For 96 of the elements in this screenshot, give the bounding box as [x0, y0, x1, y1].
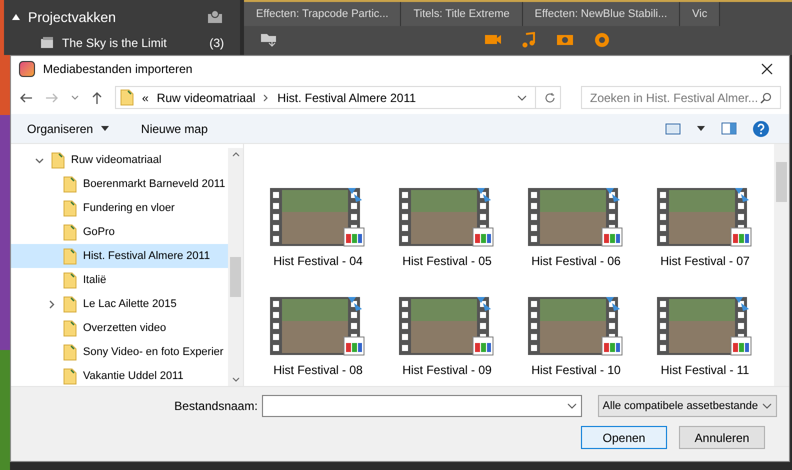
folder-name: Hist. Festival Almere 2011: [83, 248, 210, 264]
folder-name: Overzetten video: [83, 320, 166, 336]
close-icon[interactable]: [761, 62, 773, 74]
scrollbar[interactable]: [774, 144, 789, 386]
tab[interactable]: Effecten: Trapcode Partic...: [244, 2, 402, 26]
search-icon: [760, 92, 772, 104]
tab[interactable]: Effecten: NewBlue Stabili...: [522, 2, 680, 26]
video-file-item[interactable]: Hist Festival - 04: [258, 186, 378, 270]
folder-icon: [63, 368, 77, 384]
video-file-item[interactable]: Hist Festival - 05: [387, 186, 507, 270]
folder-tree-item[interactable]: GoPro: [11, 220, 228, 244]
dropdown-caret-icon: [762, 403, 772, 409]
video-file-item[interactable]: Hist Festival - 06: [516, 186, 636, 270]
preview-pane-icon[interactable]: [721, 122, 737, 135]
caret-icon: [101, 126, 110, 131]
folder-name: Italië: [83, 272, 106, 288]
toolbar-button[interactable]: Nieuwe map: [141, 120, 208, 138]
file-name: Hist Festival - 09: [402, 362, 492, 379]
folder-tree-item[interactable]: Le Lac Ailette 2015: [11, 292, 228, 316]
chevron-down-icon[interactable]: [34, 156, 44, 164]
folder-icon: [63, 296, 77, 312]
folder-name: Le Lac Ailette 2015: [83, 296, 177, 312]
folder-name: Boerenmarkt Barneveld 2011: [83, 176, 226, 192]
folder-tree-item[interactable]: Italië: [11, 268, 228, 292]
folder-tree-item[interactable]: Boerenmarkt Barneveld 2011: [11, 172, 228, 196]
folder-name: Vakantie Uddel 2011: [83, 368, 184, 384]
file-name: Hist Festival - 04: [273, 253, 363, 270]
up-arrow-icon[interactable]: [91, 90, 103, 104]
caret-icon[interactable]: [697, 126, 705, 131]
search-field[interactable]: Zoeken in Hist. Festival Almer...: [581, 86, 781, 109]
cancel-button[interactable]: Annuleren: [679, 426, 765, 449]
address-bar[interactable]: « Ruw videomatriaal Hist. Festival Almere 2011: [115, 86, 561, 109]
toolbar-button[interactable]: Organiseren: [27, 120, 110, 138]
overflow-chevrons[interactable]: «: [142, 88, 149, 106]
folder-icon: [63, 248, 77, 264]
folder-icon: [120, 89, 134, 106]
file-name: Hist Festival - 08: [273, 362, 363, 379]
folder-tree-item[interactable]: Fundering en vloer: [11, 196, 228, 220]
folder-icon: [63, 344, 77, 360]
file-name: Hist Festival - 07: [660, 253, 750, 270]
file-name: Hist Festival - 11: [660, 362, 750, 379]
dropdown-caret-icon[interactable]: [71, 94, 79, 100]
video-file-item[interactable]: Hist Festival - 11: [645, 295, 765, 379]
file-name: Hist Festival - 05: [402, 253, 492, 270]
folder-icon: [63, 200, 77, 216]
folder-tree-item[interactable]: Overzetten video: [11, 316, 228, 340]
refresh-icon[interactable]: [544, 92, 556, 104]
filename-field[interactable]: [262, 395, 582, 417]
scroll-thumb[interactable]: [776, 162, 787, 202]
project-count: (3): [209, 35, 224, 52]
file-name: Hist Festival - 06: [531, 253, 621, 270]
breadcrumb-item[interactable]: Hist. Festival Almere 2011: [277, 88, 416, 106]
file-name: Hist Festival - 10: [531, 362, 621, 379]
breadcrumb-separator-icon: [263, 94, 270, 102]
chevron-right-icon[interactable]: [46, 300, 56, 308]
folder-icon: [51, 152, 65, 168]
filename-label: Bestandsnaam:: [174, 398, 258, 415]
folder-tree-item[interactable]: Hist. Festival Almere 2011: [11, 244, 228, 268]
view-icon[interactable]: [665, 122, 681, 134]
dropdown-caret-icon: [566, 403, 577, 409]
folder-icon: [63, 320, 77, 336]
open-button[interactable]: Openen: [581, 426, 667, 449]
folder-tree-item[interactable]: Sony Video- en foto Experier: [11, 340, 228, 364]
folder-stack-icon: [40, 37, 54, 49]
dropdown-caret-icon[interactable]: [517, 94, 527, 100]
breadcrumb-item[interactable]: Ruw videomatriaal: [156, 88, 256, 106]
project-item[interactable]: The Sky is the Limit (3): [4, 34, 240, 52]
folder-name: Sony Video- en foto Experier: [83, 344, 224, 360]
folder-icon: [63, 272, 77, 288]
back-arrow-icon[interactable]: [19, 92, 33, 104]
video-file-item[interactable]: Hist Festival - 10: [516, 295, 636, 379]
video-file-item[interactable]: Hist Festival - 08: [258, 295, 378, 379]
panel-title: Projectvakken: [28, 8, 116, 27]
folder-icon: [63, 176, 77, 192]
scrollbar[interactable]: [228, 148, 243, 386]
folder-download-icon[interactable]: [260, 32, 278, 46]
folder-tree-item[interactable]: Vakantie Uddel 2011: [11, 364, 228, 386]
project-name: The Sky is the Limit: [62, 35, 167, 52]
dialog-title: Mediabestanden importeren: [43, 60, 192, 78]
help-icon[interactable]: [753, 120, 769, 136]
scroll-thumb[interactable]: [230, 257, 241, 297]
video-file-item[interactable]: Hist Festival - 07: [645, 186, 765, 270]
video-file-item[interactable]: Hist Festival - 09: [387, 295, 507, 379]
file-type-dropdown[interactable]: Alle compatibele assetbestande: [598, 395, 777, 417]
folder-name: Ruw videomatriaal: [71, 152, 162, 168]
folder-icon: [63, 224, 77, 240]
scroll-down-icon[interactable]: [232, 377, 240, 382]
music-note-icon[interactable]: [522, 32, 536, 48]
folder-tree-item[interactable]: Ruw videomatriaal: [11, 148, 228, 172]
app-logo-icon: [19, 60, 35, 76]
collapse-triangle-icon[interactable]: [12, 14, 20, 20]
folder-name: Fundering en vloer: [83, 200, 175, 216]
scroll-up-icon[interactable]: [232, 152, 240, 157]
folder-name: GoPro: [83, 224, 115, 240]
tab[interactable]: Vic: [680, 2, 720, 26]
tab[interactable]: Titels: Title Extreme: [401, 2, 523, 26]
